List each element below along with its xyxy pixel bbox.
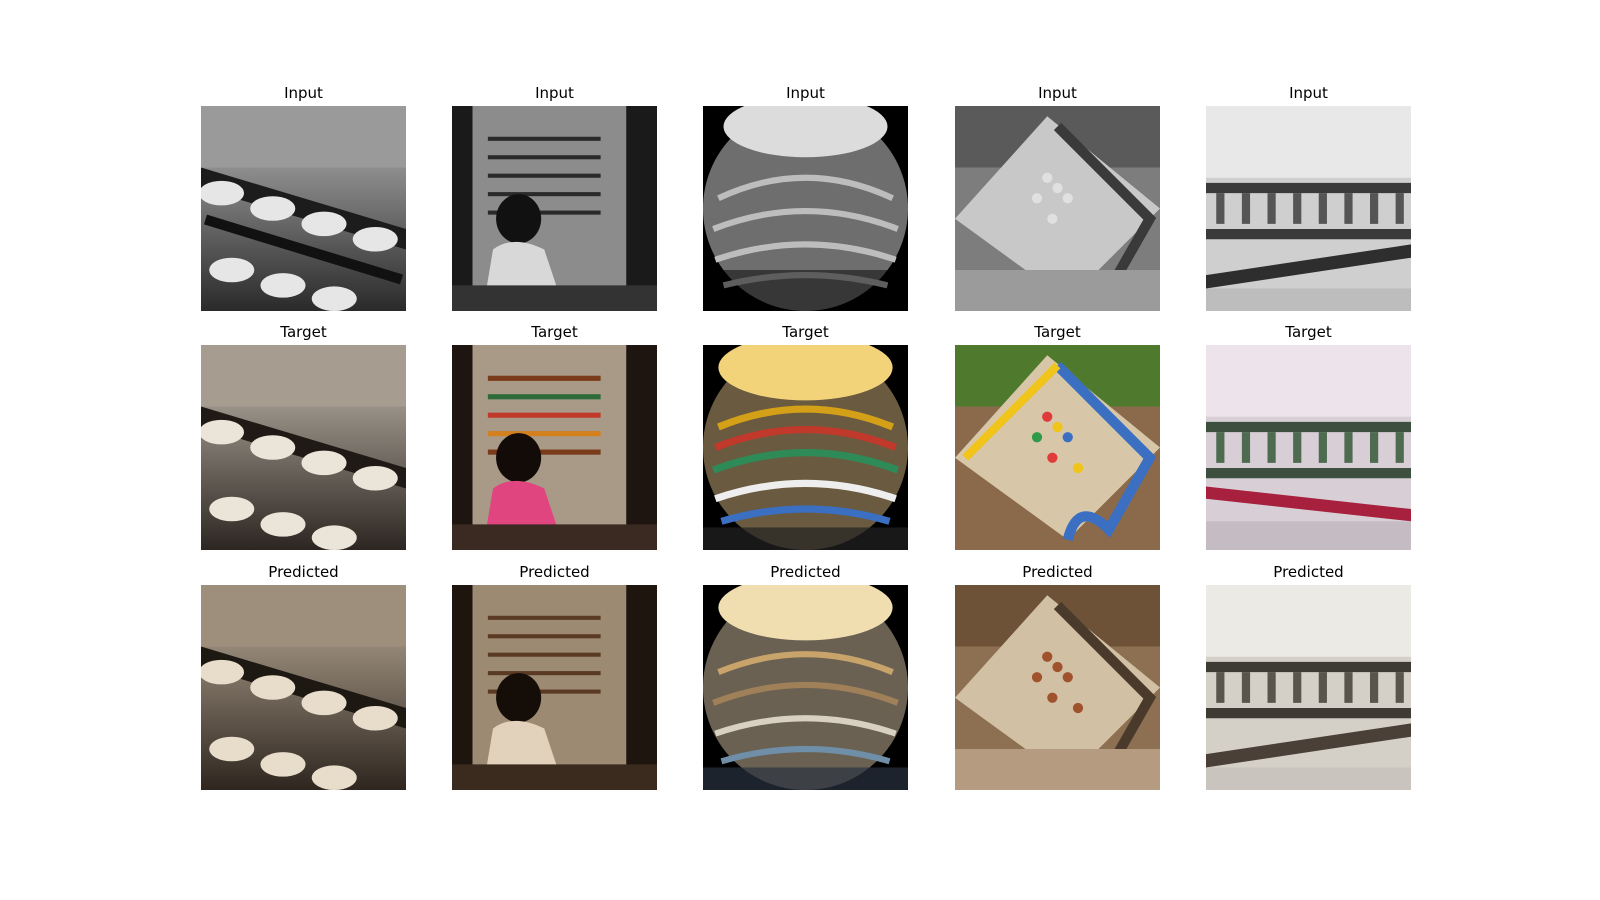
fisheye-abacus-photo-input <box>703 106 908 311</box>
photo-graphic <box>1206 585 1411 790</box>
panel-title: Predicted <box>770 563 841 581</box>
photo-graphic <box>703 585 908 790</box>
lace-abacus-photo-predicted <box>1206 585 1411 790</box>
panel-title: Target <box>1034 323 1081 341</box>
photo-graphic <box>201 585 406 790</box>
abacus-closeup-photo-target <box>201 345 406 550</box>
panel-title: Predicted <box>519 563 590 581</box>
panel-title: Input <box>1038 84 1077 102</box>
child-abacus-photo-input <box>452 106 657 311</box>
photo-graphic <box>955 585 1160 790</box>
fisheye-abacus-photo-predicted <box>703 585 908 790</box>
photo-graphic <box>955 106 1160 311</box>
photo-graphic <box>703 345 908 550</box>
panel-title: Target <box>280 323 327 341</box>
photo-graphic <box>201 345 406 550</box>
panel-title: Predicted <box>1273 563 1344 581</box>
photo-graphic <box>452 106 657 311</box>
panel-title: Predicted <box>1022 563 1093 581</box>
panel-title: Target <box>782 323 829 341</box>
panel-title: Input <box>284 84 323 102</box>
photo-graphic <box>955 345 1160 550</box>
photo-graphic <box>1206 106 1411 311</box>
fisheye-abacus-photo-target <box>703 345 908 550</box>
photo-graphic <box>201 106 406 311</box>
photo-graphic <box>452 585 657 790</box>
toy-abacus-photo-target <box>955 345 1160 550</box>
lace-abacus-photo-target <box>1206 345 1411 550</box>
panel-title: Predicted <box>268 563 339 581</box>
abacus-closeup-photo-predicted <box>201 585 406 790</box>
photo-graphic <box>452 345 657 550</box>
panel-title: Input <box>1289 84 1328 102</box>
toy-abacus-photo-predicted <box>955 585 1160 790</box>
panel-title: Input <box>535 84 574 102</box>
child-abacus-photo-predicted <box>452 585 657 790</box>
panel-title: Target <box>1285 323 1332 341</box>
panel-title: Target <box>531 323 578 341</box>
panel-title: Input <box>786 84 825 102</box>
lace-abacus-photo-input <box>1206 106 1411 311</box>
child-abacus-photo-target <box>452 345 657 550</box>
photo-graphic <box>703 106 908 311</box>
abacus-closeup-photo-input <box>201 106 406 311</box>
toy-abacus-photo-input <box>955 106 1160 311</box>
photo-graphic <box>1206 345 1411 550</box>
